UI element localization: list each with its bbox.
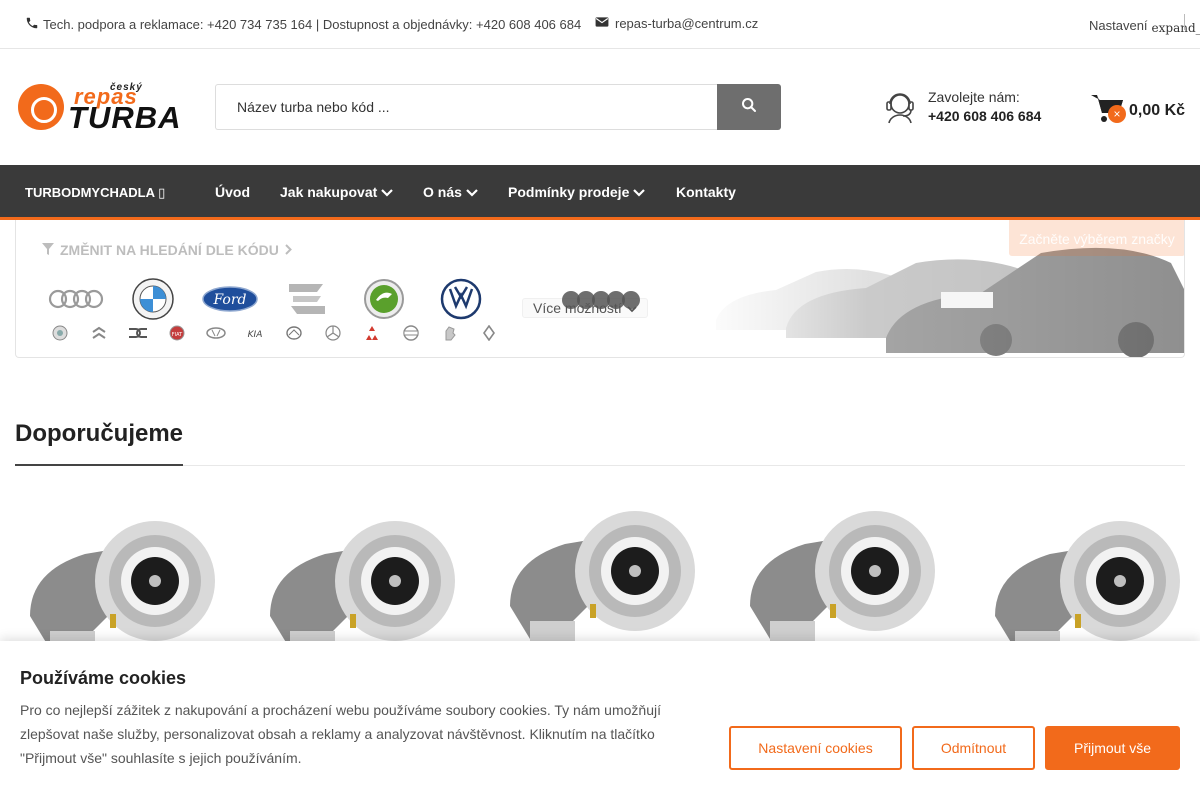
search-button[interactable] [717,84,781,130]
cookie-settings-button[interactable]: Nastavení cookies [729,726,902,770]
brand-renault-icon[interactable] [479,325,499,341]
switch-to-code-search[interactable]: ZMĚNIT NA HLEDÁNÍ DLE KÓDU [42,242,292,258]
nav-label: Úvod [215,184,250,200]
call-label: Zavolejte nám: [928,89,1020,105]
cookie-reject-button[interactable]: Odmítnout [912,726,1035,770]
nav-item-jak-nakupovat[interactable]: Jak nakupovat [280,184,394,200]
product-card[interactable] [500,496,710,656]
settings-label: Nastavení [1089,17,1148,33]
product-carousel [0,496,1200,656]
headset-icon [882,89,918,130]
chevron-down-icon [381,184,394,200]
recommended-heading: Doporučujeme [15,420,184,447]
cookie-text: Pro co nejlepší zážitek z nakupování a p… [20,702,661,766]
email-text: repas-turba@centrum.cz [615,16,759,31]
brand-mazda-icon[interactable] [284,325,304,341]
menu-glyph-icon: ▯ [158,185,166,200]
brand-kia-icon[interactable]: KIA [245,325,265,341]
brand-nissan-icon[interactable] [401,325,421,341]
site-logo[interactable]: český repas TURBA [18,82,182,135]
nav-label: O nás [423,184,462,200]
nav-label: Podmínky prodeje [508,184,630,200]
svg-text:KIA: KIA [248,330,263,338]
brand-mitsubishi-icon[interactable] [362,325,382,341]
search-icon [741,97,757,118]
loading-dot [622,291,640,309]
switch-label: ZMĚNIT NA HLEDÁNÍ DLE KÓDU [60,242,279,258]
brand-skoda-logo[interactable] [356,278,412,320]
brand-alfa-romeo-icon[interactable] [50,325,70,341]
brand-fiat-icon[interactable]: FIAT [167,325,187,341]
filter-icon [42,242,54,258]
turbo-wheel-icon [18,84,64,130]
call-phone: +420 608 406 684 [928,108,1042,124]
brand-ford-logo[interactable]: Ford [202,278,258,320]
top-bar: Tech. podpora a reklamace: +420 734 735 … [0,0,1200,49]
email-link[interactable]: repas-turba@centrum.cz [595,16,758,31]
call-us[interactable]: Zavolejte nám: +420 608 406 684 [882,89,1041,130]
brand-audi-logo[interactable] [48,278,104,320]
brand-mercedes-icon[interactable] [323,325,343,341]
divider [1184,14,1185,30]
category-menu-label: TURBODMYCHADLA [25,185,155,200]
nav-label: Kontakty [676,184,736,200]
support-contact: Tech. podpora a reklamace: +420 734 735 … [25,16,581,33]
choose-brand-button[interactable]: Začněte výběrem značky [1009,220,1184,256]
brand-bmw-logo[interactable] [125,278,181,320]
turbocharger-image [750,511,935,646]
nav-item-o-nas[interactable]: O nás [423,184,478,200]
cookie-accept-button[interactable]: Přijmout vše [1045,726,1180,770]
cookie-consent-bar: Používáme cookies Pro co nejlepší zážite… [0,641,1200,800]
brand-hyundai-icon[interactable] [206,325,226,341]
turbocharger-image [510,511,695,646]
brand-dacia-icon[interactable] [128,325,148,341]
cart-button[interactable]: × 0,00 Kč [1090,92,1185,129]
nav-label: Jak nakupovat [280,184,378,200]
search-bar [215,84,781,130]
cookie-title: Používáme cookies [20,668,187,688]
loading-indicator [562,291,640,309]
brand-seat-logo[interactable] [279,278,335,320]
chevron-down-icon [466,184,478,200]
cart-total: 0,00 Kč [1129,101,1186,119]
chevron-right-icon [285,242,292,258]
chevron-down-icon [633,184,646,200]
cart-badge: × [1108,105,1126,123]
category-menu-button[interactable]: TURBODMYCHADLA ▯ [25,185,165,201]
brand-search-panel: Začněte výběrem značky ZMĚNIT NA HLEDÁNÍ… [15,220,1185,358]
nav-item-kontakty[interactable]: Kontakty [676,184,736,200]
product-card[interactable] [740,496,950,656]
more-brand-list: FIAT KIA [50,325,499,341]
expand-icon: expand_ [1151,21,1200,35]
nav-item-podminky-prodeje[interactable]: Podmínky prodeje [508,184,646,200]
logo-brand-bottom: TURBA [68,100,182,135]
main-navigation: TURBODMYCHADLA ▯ Úvod Jak nakupovat O ná… [0,165,1200,220]
support-contact-text: Tech. podpora a reklamace: +420 734 735 … [43,17,582,32]
brand-volkswagen-logo[interactable] [433,278,489,320]
main-brand-list: Ford [48,278,489,320]
phone-icon [25,16,39,33]
svg-text:FIAT: FIAT [172,332,183,338]
nav-item-uvod[interactable]: Úvod [215,184,250,200]
svg-text:Ford: Ford [212,292,246,308]
brand-peugeot-icon[interactable] [440,325,460,341]
brand-citroen-icon[interactable] [89,325,109,341]
envelope-icon [595,16,609,31]
heading-underline [15,464,183,466]
search-input[interactable] [215,84,717,130]
section-divider [15,465,1185,466]
